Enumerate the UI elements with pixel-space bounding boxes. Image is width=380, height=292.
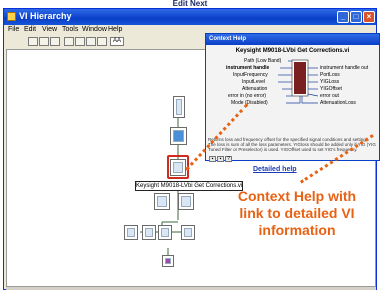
vi-node-child-2[interactable] [178, 193, 194, 210]
vi-node-leaf-2[interactable] [142, 225, 156, 240]
vi-node-top[interactable] [173, 96, 185, 118]
terminal-out-error: error out [320, 93, 339, 99]
detail-icon[interactable]: ▪ [217, 156, 224, 162]
vi-node-monitor[interactable] [170, 127, 187, 145]
terminal-out-yigloss: YIGLoss [320, 79, 340, 85]
vi-node-leaf-1[interactable] [124, 225, 138, 240]
context-help-window: Context Help Keysight M9018-LVbi Get Cor… [205, 33, 380, 162]
lock-icon[interactable]: ▪ [209, 156, 216, 162]
vi-node-leaf-3[interactable] [158, 225, 172, 240]
vi-node-bottom[interactable] [162, 255, 174, 267]
selected-vi-label: Keysight M9018-LVbi Get Corrections.vi [135, 181, 243, 191]
terminal-out-portloss: PortLoss [320, 72, 340, 78]
detailed-help-link[interactable]: Detailed help [253, 166, 297, 173]
vi-node-leaf-4[interactable] [181, 225, 195, 240]
terminal-out-yigoffset: YIGOffset [320, 86, 342, 92]
terminal-out-attenuationloss: AttenuationLoss [320, 100, 356, 106]
terminal-out-instrument-handle: instrument handle out [320, 65, 369, 71]
help-icon[interactable]: ? [225, 156, 232, 162]
vi-node-child-1[interactable] [154, 193, 170, 210]
callout-text: Context Help with link to detailed VI in… [237, 188, 357, 238]
